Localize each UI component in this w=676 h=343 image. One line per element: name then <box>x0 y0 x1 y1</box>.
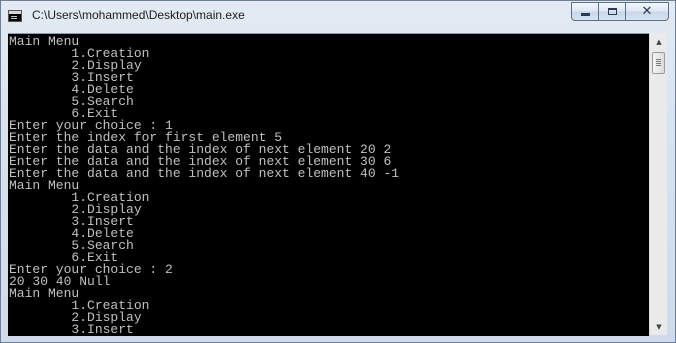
console-line: 20 30 40 Null <box>9 274 111 289</box>
close-button[interactable]: ✕ <box>625 2 669 21</box>
title-bar[interactable]: C:\Users\mohammed\Desktop\main.exe ✕ <box>1 1 675 32</box>
close-icon: ✕ <box>641 4 653 19</box>
console-line: Enter the data and the index of next ele… <box>9 166 400 181</box>
maximize-icon <box>607 8 617 15</box>
console-app-icon[interactable] <box>8 10 22 22</box>
scroll-up-button[interactable]: ▲ <box>651 33 667 50</box>
window-title: C:\Users\mohammed\Desktop\main.exe <box>32 8 245 22</box>
scroll-down-button[interactable]: ▼ <box>651 318 667 335</box>
window-controls: ✕ <box>571 2 669 22</box>
console-window: C:\Users\mohammed\Desktop\main.exe ✕ Mai… <box>0 0 676 343</box>
scroll-down-icon: ▼ <box>656 322 662 331</box>
scroll-up-icon: ▲ <box>656 37 662 46</box>
maximize-button[interactable] <box>598 2 625 21</box>
vertical-scrollbar[interactable]: ▲ ▼ <box>649 33 667 335</box>
scroll-thumb[interactable] <box>652 52 665 74</box>
console-output[interactable]: Main Menu 1.Creation 2.Display 3.Insert … <box>8 33 649 336</box>
console-line: 3.Insert <box>9 322 134 336</box>
console-text: Main Menu 1.Creation 2.Display 3.Insert … <box>8 34 649 336</box>
minimize-button[interactable] <box>571 2 598 21</box>
minimize-icon <box>580 13 590 16</box>
